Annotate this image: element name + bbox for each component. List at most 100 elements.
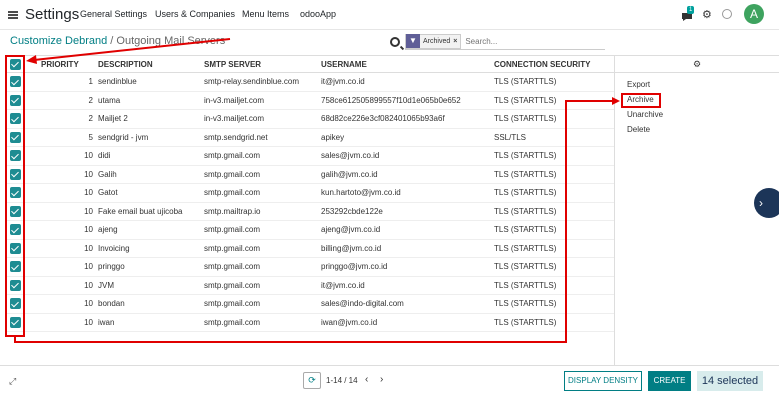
cell-connection-security: TLS (STARTTLS) <box>494 114 557 124</box>
table-row[interactable]: 1 sendinblue smtp-relay.sendinblue.com it@j… <box>5 73 615 92</box>
cell-connection-security: SSL/TLS <box>494 132 527 142</box>
cell-description: Mailjet 2 <box>98 114 128 124</box>
annotation-arrow <box>26 38 231 64</box>
table-row[interactable]: 2 utama in-v3.mailjet.com 758ce612505899557… <box>5 92 615 110</box>
header-connection-security[interactable]: CONNECTION SECURITY <box>494 60 614 69</box>
chevron-left-icon[interactable]: ‹ <box>365 374 368 385</box>
header-username[interactable]: USERNAME <box>321 60 494 69</box>
create-button[interactable]: CREATE <box>648 371 691 391</box>
cell-description: Galih <box>98 169 117 179</box>
filter-icon: ▼ <box>406 34 420 48</box>
action-export[interactable]: Export <box>627 80 650 89</box>
table-row[interactable]: 10 Invoicing smtp.gmail.com billing@jvm.co.… <box>5 240 615 258</box>
cell-connection-security: TLS (STARTTLS) <box>494 169 557 179</box>
menu-menu-items[interactable]: Menu Items <box>242 9 289 19</box>
cell-description: pringgo <box>98 262 125 272</box>
cell-smtp-server: in-v3.mailjet.com <box>204 95 265 105</box>
annotation-connector <box>14 341 567 343</box>
gear-icon[interactable]: ⚙ <box>702 8 712 21</box>
clock-icon[interactable] <box>722 9 732 19</box>
menu-general-settings[interactable]: General Settings <box>80 9 147 19</box>
table-row[interactable]: 10 didi smtp.gmail.com sales@jvm.co.id TLS (… <box>5 147 615 166</box>
cell-smtp-server: smtp.mailtrap.io <box>204 206 261 216</box>
cell-smtp-server: smtp.gmail.com <box>204 262 261 272</box>
cell-description: sendinblue <box>98 77 137 87</box>
mail-servers-table: PRIORITY DESCRIPTION SMTP SERVER USERNAM… <box>5 55 615 332</box>
cell-description: didi <box>98 151 111 161</box>
cell-connection-security: TLS (STARTTLS) <box>494 262 557 272</box>
cell-description: Invoicing <box>98 243 130 253</box>
cell-smtp-server: smtp.sendgrid.net <box>204 132 268 142</box>
table-row[interactable]: 10 Gatot smtp.gmail.com kun.hartoto@jvm.co.… <box>5 184 615 203</box>
cell-connection-security: TLS (STARTTLS) <box>494 243 557 253</box>
menu-users-companies[interactable]: Users & Companies <box>155 9 235 19</box>
table-row[interactable]: 10 ajeng smtp.gmail.com ajeng@jvm.co.id TLS … <box>5 221 615 240</box>
cell-description: iwan <box>98 317 115 327</box>
table-row[interactable]: 10 pringgo smtp.gmail.com pringgo@jvm.co.id… <box>5 258 615 277</box>
search-bar[interactable]: ▼ Archived × <box>405 33 605 50</box>
search-input[interactable] <box>465 36 586 46</box>
expand-icon[interactable]: ⤢ <box>9 376 16 387</box>
table-row[interactable]: 10 iwan smtp.gmail.com iwan@jvm.co.id TLS (S… <box>5 314 615 332</box>
app-title[interactable]: Settings <box>25 6 79 23</box>
chevron-right-icon[interactable]: › <box>380 374 383 385</box>
annotation-connector <box>565 100 567 343</box>
table-row[interactable]: 2 Mailjet 2 in-v3.mailjet.com 68d82ce226e3c… <box>5 110 615 129</box>
menu-odooapp[interactable]: odooApp <box>300 9 336 19</box>
cell-priority: 10 <box>84 280 93 290</box>
annotation-arrowhead <box>612 97 620 105</box>
cell-priority: 10 <box>84 206 93 216</box>
cell-smtp-server: smtp.gmail.com <box>204 151 261 161</box>
cell-username: ajeng@jvm.co.id <box>321 225 381 235</box>
cell-description: sendgrid - jvm <box>98 132 149 142</box>
cell-username: billing@jvm.co.id <box>321 243 382 253</box>
cell-smtp-server: smtp.gmail.com <box>204 188 261 198</box>
cell-connection-security: TLS (STARTTLS) <box>494 317 557 327</box>
cell-description: bondan <box>98 299 125 309</box>
facet-close-icon[interactable]: × <box>453 38 460 45</box>
cell-connection-security: TLS (STARTTLS) <box>494 188 557 198</box>
cell-smtp-server: smtp.gmail.com <box>204 299 261 309</box>
cell-connection-security: TLS (STARTTLS) <box>494 280 557 290</box>
cell-priority: 10 <box>84 151 93 161</box>
table-row[interactable]: 10 Fake email buat ujicoba smtp.mailtrap.i… <box>5 203 615 221</box>
cell-smtp-server: smtp.gmail.com <box>204 317 261 327</box>
cell-description: Gatot <box>98 188 118 198</box>
search-icon[interactable] <box>390 37 400 47</box>
pager-value[interactable]: 1-14 / 14 <box>326 376 358 385</box>
action-unarchive[interactable]: Unarchive <box>627 110 663 119</box>
refresh-icon[interactable]: ⟳ <box>303 372 321 389</box>
cell-smtp-server: smtp.gmail.com <box>204 169 261 179</box>
gear-icon[interactable]: ⚙ <box>615 55 779 73</box>
table-row[interactable]: 5 sendgrid - jvm smtp.sendgrid.net apikey SS… <box>5 129 615 147</box>
selected-count: 14 selected <box>697 371 763 391</box>
cell-username: kun.hartoto@jvm.co.id <box>321 188 401 198</box>
cell-connection-security: TLS (STARTTLS) <box>494 77 557 87</box>
cell-username: 253292cbde122e <box>321 206 383 216</box>
table-row[interactable]: 10 bondan smtp.gmail.com sales@indo-digital… <box>5 295 615 314</box>
cell-priority: 10 <box>84 299 93 309</box>
cell-username: galih@jvm.co.id <box>321 169 378 179</box>
cell-priority: 2 <box>88 95 93 105</box>
table-row[interactable]: 10 Galih smtp.gmail.com galih@jvm.co.id TLS … <box>5 166 615 184</box>
display-density-button[interactable]: DISPLAY DENSITY <box>564 371 642 391</box>
cell-description: JVM <box>98 280 114 290</box>
action-delete[interactable]: Delete <box>627 125 650 134</box>
table-row[interactable]: 10 JVM smtp.gmail.com it@jvm.co.id TLS (STAR… <box>5 277 615 295</box>
cell-smtp-server: smtp.gmail.com <box>204 280 261 290</box>
cell-priority: 10 <box>84 169 93 179</box>
cell-priority: 2 <box>88 114 93 124</box>
cell-username: pringgo@jvm.co.id <box>321 262 388 272</box>
chevron-right-icon[interactable]: › <box>754 188 779 218</box>
cell-username: sales@jvm.co.id <box>321 151 380 161</box>
menu-icon[interactable] <box>8 11 18 19</box>
cell-smtp-server: smtp.gmail.com <box>204 225 261 235</box>
cell-connection-security: TLS (STARTTLS) <box>494 206 557 216</box>
cell-smtp-server: smtp-relay.sendinblue.com <box>204 77 300 87</box>
footer-bar: ⤢ ⟳ 1-14 / 14 ‹ › DISPLAY DENSITY CREATE… <box>0 365 779 395</box>
annotation-archive-box <box>621 93 661 108</box>
cell-username: apikey <box>321 132 345 142</box>
cell-description: ajeng <box>98 225 118 235</box>
avatar[interactable]: A <box>744 4 764 24</box>
cell-priority: 10 <box>84 262 93 272</box>
